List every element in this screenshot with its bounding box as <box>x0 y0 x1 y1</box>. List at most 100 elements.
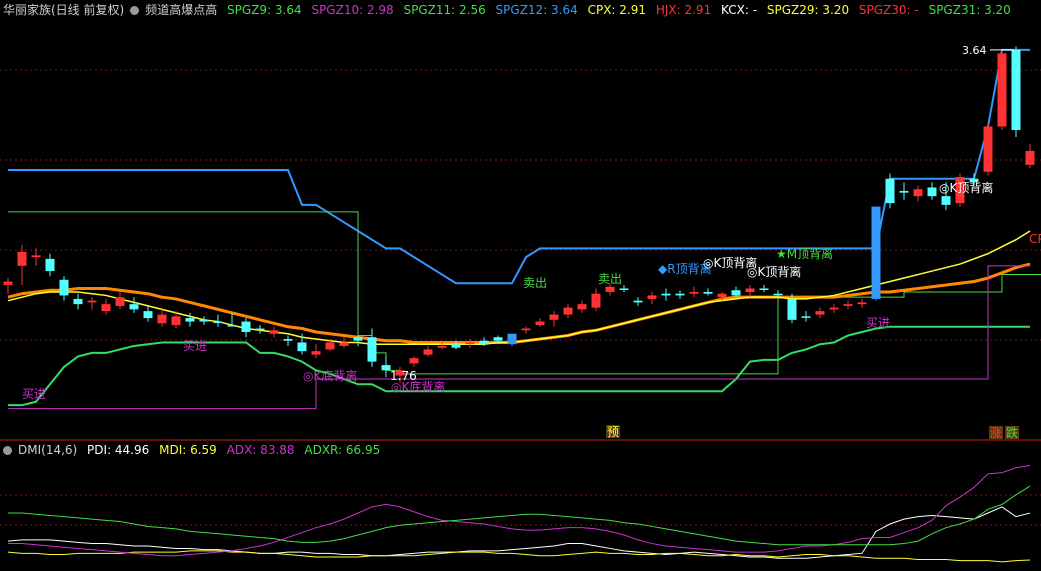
candle-body-30 <box>423 349 433 355</box>
candle-body-57 <box>801 316 811 318</box>
candle-body-2 <box>31 255 41 258</box>
annotation-11: 买进 <box>866 316 890 330</box>
indicator-name: 频道高爆点高 <box>145 3 218 17</box>
candle-body-29 <box>409 358 419 364</box>
signal-annotations: 3.64买进买进◎K底背离◎K底背离1.76卖出 卖出◆R顶背离◎K顶背离◎K顶背… <box>22 44 1041 440</box>
candle-body-54 <box>759 288 769 290</box>
candle-body-70 <box>983 126 993 172</box>
stock-title: 华丽家族(日线 前复权) <box>3 3 125 17</box>
candle-body-6 <box>87 300 97 303</box>
candle-body-72 <box>1011 49 1021 130</box>
value-kcx: KCX: - <box>721 3 758 17</box>
candle-body-40 <box>563 307 573 315</box>
annotation-16: 跌 <box>1006 425 1018 440</box>
value-spgz30: SPGZ30: - <box>858 3 919 17</box>
dmi-panel <box>7 464 1031 563</box>
candle-body-59 <box>829 307 839 310</box>
dmi-line-adx <box>8 464 1031 557</box>
candle-body-62 <box>871 206 881 299</box>
candle-body-9 <box>129 304 139 310</box>
value-cpx: CPX: 2.91 <box>587 3 647 17</box>
candle-body-3 <box>45 258 55 272</box>
stock-chart: 3.64买进买进◎K底背离◎K底背离1.76卖出 卖出◆R顶背离◎K顶背离◎K顶背… <box>0 44 1041 563</box>
candle-body-14 <box>199 319 209 322</box>
value-spgz29: SPGZ29: 3.20 <box>766 3 850 17</box>
main-header: 华丽家族(日线 前复权) 频道高爆点高 SPGZ9: 3.64 SPGZ10: 2… <box>3 3 1017 17</box>
candle-body-51 <box>717 293 727 298</box>
annotation-9: ◎K顶背离 <box>747 264 801 279</box>
candle-body-33 <box>465 342 475 345</box>
candle-body-19 <box>269 330 279 334</box>
annotation-2: ◎K底背离 <box>303 368 357 383</box>
candle-body-18 <box>255 328 265 331</box>
candle-body-38 <box>535 321 545 326</box>
candle-body-26 <box>367 337 377 362</box>
candle-body-1 <box>17 251 27 266</box>
candle-body-11 <box>157 314 167 324</box>
value-spgz9: SPGZ9: 3.64 <box>227 3 302 17</box>
candle-body-10 <box>143 311 153 319</box>
value-spgz12: SPGZ12: 3.64 <box>495 3 578 17</box>
candle-body-71 <box>997 53 1007 127</box>
candle-body-53 <box>745 288 755 292</box>
annotation-15: 涨 <box>990 425 1002 440</box>
candle-body-43 <box>605 286 615 292</box>
candle-body-42 <box>591 293 601 308</box>
candle-body-20 <box>283 338 293 341</box>
candle-body-48 <box>675 293 685 296</box>
candle-body-25 <box>353 337 363 341</box>
candle-body-8 <box>115 297 125 306</box>
candle-body-50 <box>703 291 713 294</box>
main-price-lines <box>7 48 1041 410</box>
candle-body-31 <box>437 345 447 348</box>
candle-body-17 <box>241 321 251 333</box>
annotation-0: 买进 <box>22 387 46 401</box>
annotation-13: CP <box>1029 232 1041 246</box>
candle-body-13 <box>185 318 195 322</box>
candle-body-46 <box>647 295 657 299</box>
candle-body-41 <box>577 304 587 310</box>
candle-body-21 <box>297 342 307 352</box>
candle-body-73 <box>1025 150 1035 165</box>
candlesticks <box>3 46 1035 383</box>
candle-body-56 <box>787 298 797 320</box>
candle-body-61 <box>857 302 867 305</box>
annotation-10: ★M顶背离 <box>776 246 833 261</box>
value-spgz11: SPGZ11: 2.56 <box>403 3 486 17</box>
candle-body-37 <box>521 328 531 331</box>
candle-body-55 <box>773 293 783 296</box>
candle-body-16 <box>227 325 237 327</box>
candle-body-23 <box>325 342 335 350</box>
value-pdi: PDI: 44.96 <box>87 443 150 457</box>
candle-body-52 <box>731 290 741 296</box>
value-mdi: MDI: 6.59 <box>159 443 217 457</box>
candle-body-15 <box>213 321 223 324</box>
value-adx: ADX: 83.88 <box>226 443 295 457</box>
candle-body-67 <box>941 196 951 205</box>
candle-body-24 <box>339 342 349 346</box>
candle-body-49 <box>689 291 699 294</box>
candle-body-64 <box>899 190 909 193</box>
value-spgz31: SPGZ31: 3.20 <box>928 3 1011 17</box>
candle-body-5 <box>73 298 83 305</box>
indicator-toggle-icon[interactable] <box>130 6 140 15</box>
candle-body-39 <box>549 314 559 320</box>
candle-body-7 <box>101 304 111 312</box>
high-price-label: 3.64 <box>962 44 987 57</box>
annotation-12: ◎K顶背离 <box>939 180 993 195</box>
candle-body-32 <box>451 344 461 348</box>
candle-body-45 <box>633 300 643 303</box>
dmi-title: DMI(14,6) <box>18 443 78 457</box>
dmi-header: DMI(14,6) PDI: 44.96 MDI: 6.59 ADX: 83.8… <box>3 443 386 457</box>
dmi-toggle-icon[interactable] <box>3 446 12 455</box>
candle-body-34 <box>479 340 489 345</box>
candle-body-58 <box>815 311 825 315</box>
candle-body-47 <box>661 293 671 296</box>
candle-body-36 <box>507 333 517 345</box>
annotation-14: 预 <box>607 425 619 439</box>
annotation-6: 卖出 <box>598 272 622 286</box>
candle-body-0 <box>3 281 13 285</box>
candle-body-35 <box>493 337 503 341</box>
lower-channel-line <box>8 325 1030 407</box>
candle-body-60 <box>843 304 853 306</box>
